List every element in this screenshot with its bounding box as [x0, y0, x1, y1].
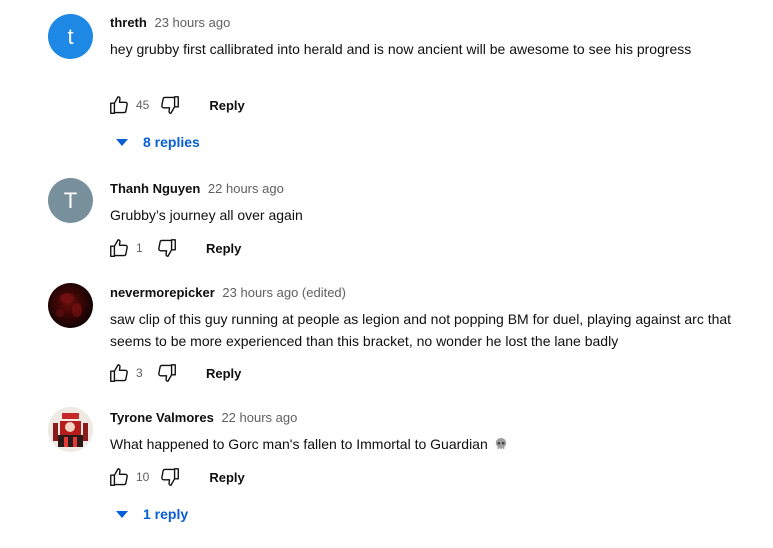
reply-button[interactable]: Reply — [206, 241, 241, 256]
thumbs-up-icon — [110, 364, 128, 382]
comment-text-content: What happened to Gorc man's fallen to Im… — [110, 436, 488, 452]
avatar[interactable]: t — [48, 14, 93, 59]
avatar-art — [72, 303, 82, 317]
view-replies-button[interactable]: 1 reply — [116, 503, 188, 525]
like-button[interactable] — [108, 94, 130, 116]
comment-timestamp[interactable]: 22 hours ago — [208, 181, 284, 196]
comment-header: nevermorepicker 23 hours ago (edited) — [110, 284, 753, 302]
reply-button[interactable]: Reply — [209, 470, 244, 485]
like-button[interactable] — [108, 466, 130, 488]
avatar-art — [56, 309, 64, 317]
chevron-down-icon — [116, 138, 128, 146]
thumbs-down-icon — [161, 468, 180, 486]
comment-timestamp[interactable]: 22 hours ago — [221, 410, 297, 425]
dislike-button[interactable] — [159, 94, 181, 116]
author-name[interactable]: Tyrone Valmores — [110, 410, 214, 425]
comment-actions: 45 Reply — [108, 93, 245, 117]
chevron-down-icon — [116, 510, 128, 518]
replies-label: 8 replies — [143, 134, 200, 150]
comment-text: What happened to Gorc man's fallen to Im… — [110, 433, 753, 455]
author-name[interactable]: nevermorepicker — [110, 285, 215, 300]
comment-actions: 10 Reply — [108, 465, 245, 489]
skull-emoji-icon — [494, 435, 508, 449]
view-replies-button[interactable]: 8 replies — [116, 131, 200, 153]
like-count: 3 — [136, 366, 143, 380]
reply-button[interactable]: Reply — [206, 366, 241, 381]
comment-actions: 3 Reply — [108, 361, 241, 385]
like-button[interactable] — [108, 362, 130, 384]
thumbs-down-icon — [161, 96, 180, 114]
comment-header: Thanh Nguyen 22 hours ago — [110, 180, 753, 198]
dislike-button[interactable] — [159, 466, 181, 488]
comment-header: threth 23 hours ago — [110, 14, 753, 32]
avatar[interactable] — [48, 283, 93, 328]
comment-timestamp[interactable]: 23 hours ago (edited) — [222, 285, 346, 300]
comment-timestamp[interactable]: 23 hours ago — [154, 15, 230, 30]
author-name[interactable]: Thanh Nguyen — [110, 181, 200, 196]
like-count: 10 — [136, 470, 150, 484]
thumbs-down-icon — [158, 364, 176, 382]
like-count: 1 — [136, 241, 143, 255]
avatar-art — [60, 293, 74, 303]
avatar-letter: t — [67, 23, 74, 49]
replies-label: 1 reply — [143, 506, 189, 522]
reply-button[interactable]: Reply — [209, 98, 244, 113]
like-button[interactable] — [108, 237, 130, 259]
avatar-artwork — [48, 407, 93, 452]
thumbs-up-icon — [110, 96, 128, 114]
comment-text: Grubby’s journey all over again — [110, 207, 303, 223]
like-count: 45 — [136, 98, 150, 112]
dislike-button[interactable] — [156, 362, 178, 384]
comment-header: Tyrone Valmores 22 hours ago — [110, 409, 753, 427]
author-name[interactable]: threth — [110, 15, 147, 30]
comment-text: saw clip of this guy running at people a… — [110, 311, 732, 349]
avatar[interactable] — [48, 407, 93, 452]
comment-actions: 1 Reply — [108, 236, 241, 260]
dislike-button[interactable] — [156, 237, 178, 259]
avatar-letter: T — [63, 187, 78, 213]
thumbs-up-icon — [110, 468, 128, 486]
comment-text: hey grubby first callibrated into herald… — [110, 41, 692, 57]
thumbs-up-icon — [110, 239, 128, 257]
avatar[interactable]: T — [48, 178, 93, 223]
thumbs-down-icon — [158, 239, 176, 257]
